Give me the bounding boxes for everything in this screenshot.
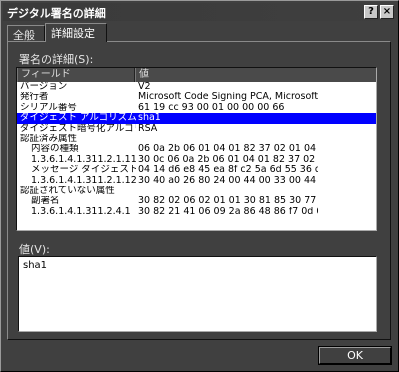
tab-details-label: 詳細設定 — [51, 27, 95, 40]
signature-details-list[interactable]: フィールド 値 バージョン V2 発行者 Microsoft Code Signing… — [16, 67, 377, 231]
value-label: 値(V): — [19, 243, 50, 256]
title-bar: デジタル署名の詳細 ? × — [3, 3, 396, 21]
close-icon[interactable]: × — [380, 5, 394, 19]
field-cell: 認証されていない属性 — [20, 185, 115, 196]
signature-details-label: 署名の詳細(S): — [19, 53, 94, 66]
dialog-window: デジタル署名の詳細 ? × 全般 詳細設定 署名の詳細(S): フィールド 値 … — [0, 0, 399, 372]
ok-button[interactable]: OK — [318, 346, 392, 365]
field-cell: シリアル番号 — [20, 102, 77, 113]
table-row[interactable]: メッセージ ダイジェスト 04 14 d6 e8 45 ea 8f c2 5a 6… — [17, 165, 376, 175]
value-cell: 30 40 a0 26 80 24 00 44 00 33 00 44 0... — [138, 175, 318, 186]
field-cell: 1.3.6.1.4.1.311.2.1.12 — [31, 175, 136, 186]
field-cell: バージョン — [20, 82, 68, 92]
field-cell: 認証済み属性 — [20, 133, 78, 144]
value-cell: 61 19 cc 93 00 01 00 00 00 66 — [138, 102, 285, 113]
value-cell: RSA — [138, 123, 158, 134]
field-cell: メッセージ ダイジェスト — [31, 165, 136, 176]
field-cell: ダイジェスト アルゴリズム — [20, 113, 136, 124]
value-cell: 04 14 d6 e8 45 ea 8f c2 5a 6d 55 36 d... — [138, 165, 318, 176]
value-cell: 06 0a 2b 06 01 04 01 82 37 02 01 04 — [138, 144, 317, 155]
column-header-field[interactable]: フィールド — [17, 68, 135, 82]
value-cell: 30 0c 06 0a 2b 06 01 04 01 82 37 02 0... — [138, 154, 318, 165]
help-icon[interactable]: ? — [364, 5, 378, 19]
column-header-value[interactable]: 値 — [135, 68, 376, 82]
value-cell: 30 82 21 41 06 09 2a 86 48 86 f7 0d 0... — [138, 206, 318, 217]
value-cell: V2 — [138, 82, 151, 92]
field-cell: ダイジェスト暗号化アルゴリ... — [20, 123, 136, 134]
table-row[interactable]: ダイジェスト アルゴリズム sha1 — [17, 113, 376, 124]
table-row[interactable]: 副署名 30 82 02 06 02 01 01 30 81 85 30 77 3… — [17, 196, 376, 206]
tab-details[interactable]: 詳細設定 — [45, 23, 107, 42]
field-cell: 1.3.6.1.4.1.311.2.4.1 — [31, 206, 131, 217]
window-title: デジタル署名の詳細 — [7, 7, 106, 20]
list-header: フィールド 値 — [17, 68, 376, 82]
tab-general[interactable]: 全般 — [7, 25, 45, 42]
table-row[interactable]: 認証されていない属性 — [17, 186, 376, 196]
value-cell: Microsoft Code Signing PCA, Microsoft... — [138, 92, 318, 103]
value-textbox[interactable]: sha1 — [18, 256, 377, 332]
table-row[interactable]: 1.3.6.1.4.1.311.2.1.12 30 40 a0 26 80 24 … — [17, 176, 376, 186]
field-cell: 副署名 — [31, 196, 60, 207]
table-row[interactable]: 1.3.6.1.4.1.311.2.1.11 30 0c 06 0a 2b 06 … — [17, 155, 376, 165]
table-row[interactable]: シリアル番号 61 19 cc 93 00 01 00 00 00 66 — [17, 103, 376, 113]
table-row[interactable]: 認証済み属性 — [17, 134, 376, 144]
value-cell: 30 82 02 06 02 01 01 30 81 85 30 77 3... — [138, 196, 318, 207]
table-row[interactable]: ダイジェスト暗号化アルゴリ...RSA — [17, 124, 376, 134]
value-cell: sha1 — [138, 113, 161, 124]
table-row[interactable]: 内容の種類 06 0a 2b 06 01 04 01 82 37 02 01 04 — [17, 144, 376, 154]
field-cell: 内容の種類 — [31, 144, 79, 155]
table-row[interactable]: 発行者 Microsoft Code Signing PCA, Microsoft… — [17, 92, 376, 102]
list-rows: バージョン V2 発行者 Microsoft Code Signing PCA, Mi… — [17, 82, 376, 217]
table-row[interactable]: バージョン V2 — [17, 82, 376, 92]
table-row[interactable]: 1.3.6.1.4.1.311.2.4.1 30 82 21 41 06 09 2… — [17, 207, 376, 217]
field-cell: 発行者 — [20, 92, 49, 103]
field-cell: 1.3.6.1.4.1.311.2.1.11 — [31, 154, 136, 165]
